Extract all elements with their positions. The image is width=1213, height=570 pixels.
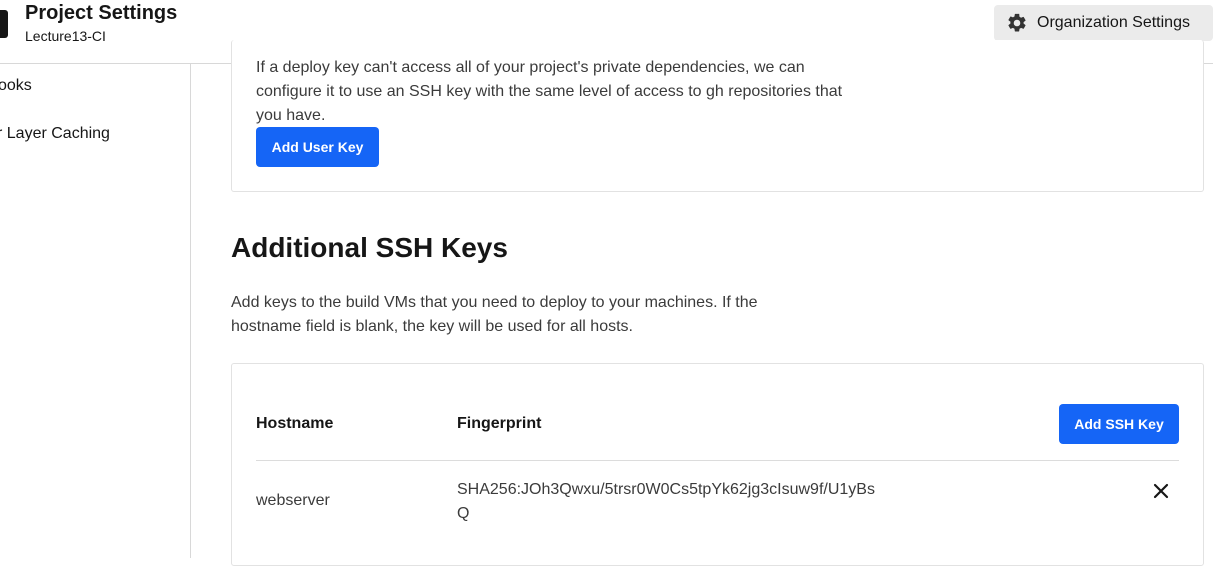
close-icon (1153, 483, 1169, 499)
add-ssh-key-button[interactable]: Add SSH Key (1059, 404, 1179, 444)
delete-ssh-key-button[interactable] (1150, 480, 1172, 502)
fingerprint-line: Q (457, 505, 470, 522)
description-line: If a deploy key can't access all of your… (256, 59, 805, 76)
description-line: you have. (256, 107, 326, 124)
column-header-fingerprint: Fingerprint (457, 415, 542, 432)
sidebar-item-docker-layer-caching[interactable]: r Layer Caching (0, 125, 110, 143)
project-logo-icon (0, 10, 8, 38)
gear-icon (1006, 12, 1028, 34)
organization-settings-label: Organization Settings (1037, 14, 1190, 31)
hostname-cell: webserver (256, 492, 330, 509)
project-name: Lecture13-CI (25, 28, 106, 44)
ssh-keys-card (231, 363, 1204, 566)
organization-settings-button[interactable]: Organization Settings (994, 5, 1213, 41)
description-line: Add keys to the build VMs that you need … (231, 294, 758, 311)
fingerprint-line: SHA256:JOh3Qwxu/5trsr0W0Cs5tpYk62jg3cIsu… (457, 481, 875, 498)
sidebar: ooks r Layer Caching (0, 64, 191, 558)
sidebar-item-webhooks[interactable]: ooks (0, 77, 32, 95)
description-line: configure it to use an SSH key with the … (256, 83, 843, 100)
description-line: hostname field is blank, the key will be… (231, 318, 633, 335)
fingerprint-cell: SHA256:JOh3Qwxu/5trsr0W0Cs5tpYk62jg3cIsu… (457, 478, 875, 526)
additional-ssh-description: Add keys to the build VMs that you need … (231, 291, 871, 339)
column-header-hostname: Hostname (256, 415, 334, 432)
page-title: Project Settings (25, 2, 178, 24)
add-user-key-button[interactable]: Add User Key (256, 127, 379, 167)
user-key-description: If a deploy key can't access all of your… (256, 56, 956, 128)
table-divider (256, 460, 1179, 461)
additional-ssh-keys-heading: Additional SSH Keys (231, 232, 508, 263)
